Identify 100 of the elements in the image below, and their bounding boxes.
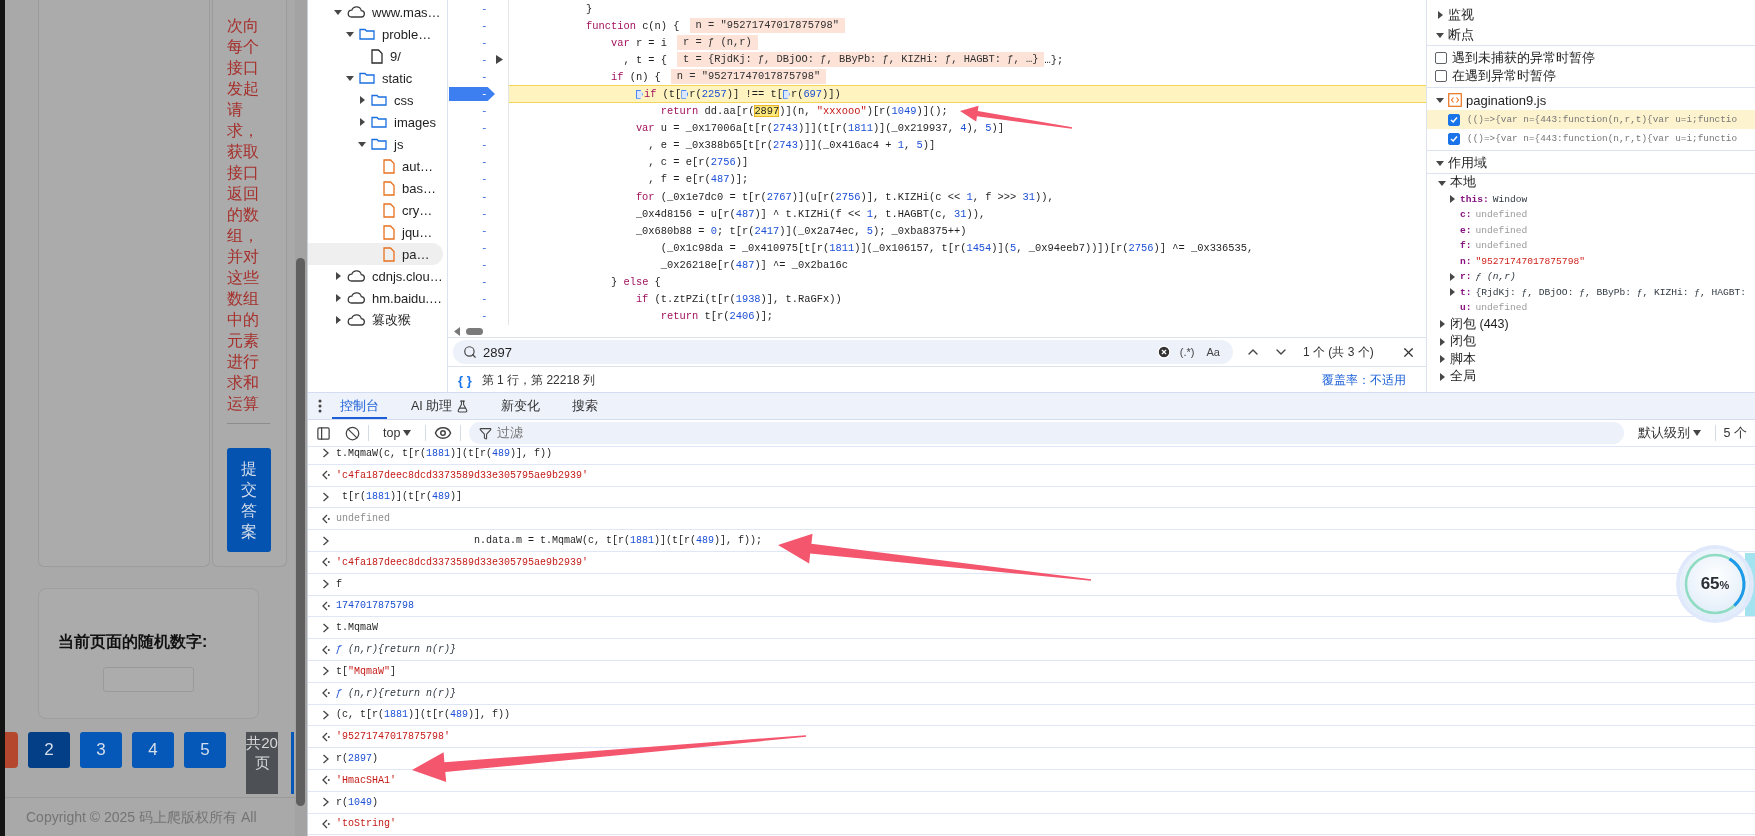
scope-variable[interactable]: e: undefined [1427,222,1755,238]
expand-icon[interactable] [334,294,342,302]
scope-variable[interactable]: f: undefined [1427,238,1755,254]
page-button[interactable]: 5 [184,732,226,768]
collapse-icon[interactable] [334,8,342,16]
scope-variable[interactable]: n: "95271747017875798" [1427,253,1755,269]
breakpoint-item[interactable]: (()=>{var n={443:function(n,r,t){var u=i;functio [1427,129,1755,148]
expand-icon[interactable] [334,272,342,280]
progress-badge[interactable]: 65% [1680,549,1750,619]
collapse-icon[interactable] [358,140,366,148]
file-header[interactable]: pagination9.js [1427,90,1755,110]
search-field[interactable]: 2897 [483,344,1151,360]
tree-item[interactable]: proble… [308,23,443,45]
flask-icon [456,399,470,413]
tab[interactable]: 新变化 [493,393,549,419]
tree-item[interactable]: aut… [308,155,443,177]
coverage-link[interactable]: 覆盖率：不适用 [1322,371,1406,389]
tree-item[interactable]: bas… [308,177,443,199]
inline-value: n = "95271747017875798" [689,18,845,34]
code-line: _0x4d8156 = u[r(487)] ^ t.KIZHi(f << 1, t.HAGBT(c, 31)), [634,207,986,220]
tree-item[interactable]: 9/ [308,45,443,67]
tree-item[interactable]: cry… [308,199,443,221]
breakpoint-marker[interactable]: - [449,87,495,101]
filter-box[interactable]: 过滤 [469,422,1624,444]
more-icon[interactable] [318,399,322,413]
page-button[interactable]: 2 [28,732,70,768]
pretty-print-button[interactable]: { } [458,372,472,388]
regex-toggle[interactable]: (.*) [1176,346,1198,358]
match-case-toggle[interactable]: Aa [1203,346,1223,358]
tab[interactable]: 控制台 [332,393,387,419]
log-level-select[interactable]: 默认级别 [1631,424,1707,442]
tree-item[interactable]: 篡改猴 [308,309,443,331]
issues-count[interactable]: 5 个 [1723,424,1747,442]
checkbox[interactable] [1435,70,1447,82]
section-header[interactable]: 监视 [1427,5,1755,25]
context-select[interactable]: top [377,426,418,440]
tree-item[interactable]: images [308,111,443,133]
filter-field[interactable]: 过滤 [497,426,1624,440]
expand-icon[interactable] [1438,337,1446,346]
folder-icon [359,72,375,84]
tree-item[interactable]: pa… [308,243,443,265]
expand-icon[interactable] [1438,372,1446,381]
tree-item[interactable]: js [308,133,443,155]
scroll-left-icon[interactable] [454,326,460,336]
clear-console-icon[interactable] [345,425,360,441]
page-button[interactable]: 4 [132,732,174,768]
tree-item[interactable]: hm.baidu.… [308,287,443,309]
search-box[interactable]: 2897 (.*) Aa [453,340,1233,364]
expand-icon[interactable] [358,118,366,126]
expand-icon[interactable] [496,55,503,65]
section-header[interactable]: 断点 [1427,25,1755,46]
scope-group[interactable]: 脚本 [1427,350,1755,368]
line-number: - [481,2,488,15]
console-text: 'c4fa187deec8dcd3373589d33e305795ae9b2939' [336,469,589,481]
tree-item[interactable]: jqu… [308,221,443,243]
collapse-icon[interactable] [1436,96,1444,104]
collapse-icon[interactable] [1436,159,1444,167]
expand-icon[interactable] [1438,355,1446,364]
scope-group[interactable]: 全局 [1427,368,1755,386]
submit-button[interactable]: 提交答案 [227,448,271,552]
scope-group[interactable]: 本地 [1427,174,1755,192]
expand-icon[interactable] [1436,11,1444,19]
scope-variable[interactable]: r: ƒ (n,r) [1427,269,1755,285]
tree-item[interactable]: static [308,67,443,89]
collapse-icon[interactable] [1438,178,1446,187]
scope-group[interactable]: 闭包 (443) [1427,315,1755,333]
code-line: var u = _0x17006a[t[r(2743)]](t[r(1811)](_0x219937, 4), 5)] [634,122,1004,135]
expand-icon[interactable] [1448,195,1456,204]
breakpoint-item[interactable]: (()=>{var n={443:function(n,r,t){var u=i;functio [1427,110,1755,129]
scope-variable[interactable]: t: {RjdKj: ƒ, DBjOO: ƒ, BByPb: ƒ, KIZHi: ƒ, HAGBT: [1427,284,1755,300]
scope-variable[interactable]: this: Window [1427,191,1755,207]
collapse-icon[interactable] [1436,31,1444,39]
scope-variable[interactable]: u: undefined [1427,300,1755,316]
section-header[interactable]: 作用域 [1427,153,1755,174]
clear-icon[interactable] [1156,345,1171,359]
code-line: if (t[ r(2257)] !== t[ r(697)]) [586,88,841,100]
checkbox[interactable] [1435,52,1447,64]
checkbox[interactable] [1448,113,1460,126]
scrollbar[interactable] [295,0,307,836]
code-line: for (_0x1e7dc0 = t[r(2767)](u[r(2756)], t.KIZHi(c << 1, f >>> 31)), [634,190,1054,203]
eye-icon[interactable] [434,424,453,442]
tree-item[interactable]: cdnjs.clou… [308,265,443,287]
page-button[interactable]: 3 [80,732,122,768]
console-text: 'HmacSHA1' [336,774,396,786]
expand-icon[interactable] [1448,272,1456,281]
expand-icon[interactable] [1438,320,1446,329]
sidebar-icon[interactable] [316,425,331,441]
tree-item[interactable]: css [308,89,443,111]
tab[interactable]: AI 助理 [403,393,478,419]
scope-variable[interactable]: c: undefined [1427,207,1755,223]
scope-group[interactable]: 闭包 [1427,333,1755,351]
tree-item[interactable]: www.mas… [308,1,443,23]
expand-icon[interactable] [334,316,342,324]
expand-icon[interactable] [358,96,366,104]
collapse-icon[interactable] [346,30,354,38]
expand-icon[interactable] [1448,288,1456,297]
checkbox[interactable] [1448,132,1460,145]
collapse-icon[interactable] [346,74,354,82]
scrollbar-thumb[interactable] [466,327,483,335]
tab[interactable]: 搜索 [564,393,607,419]
